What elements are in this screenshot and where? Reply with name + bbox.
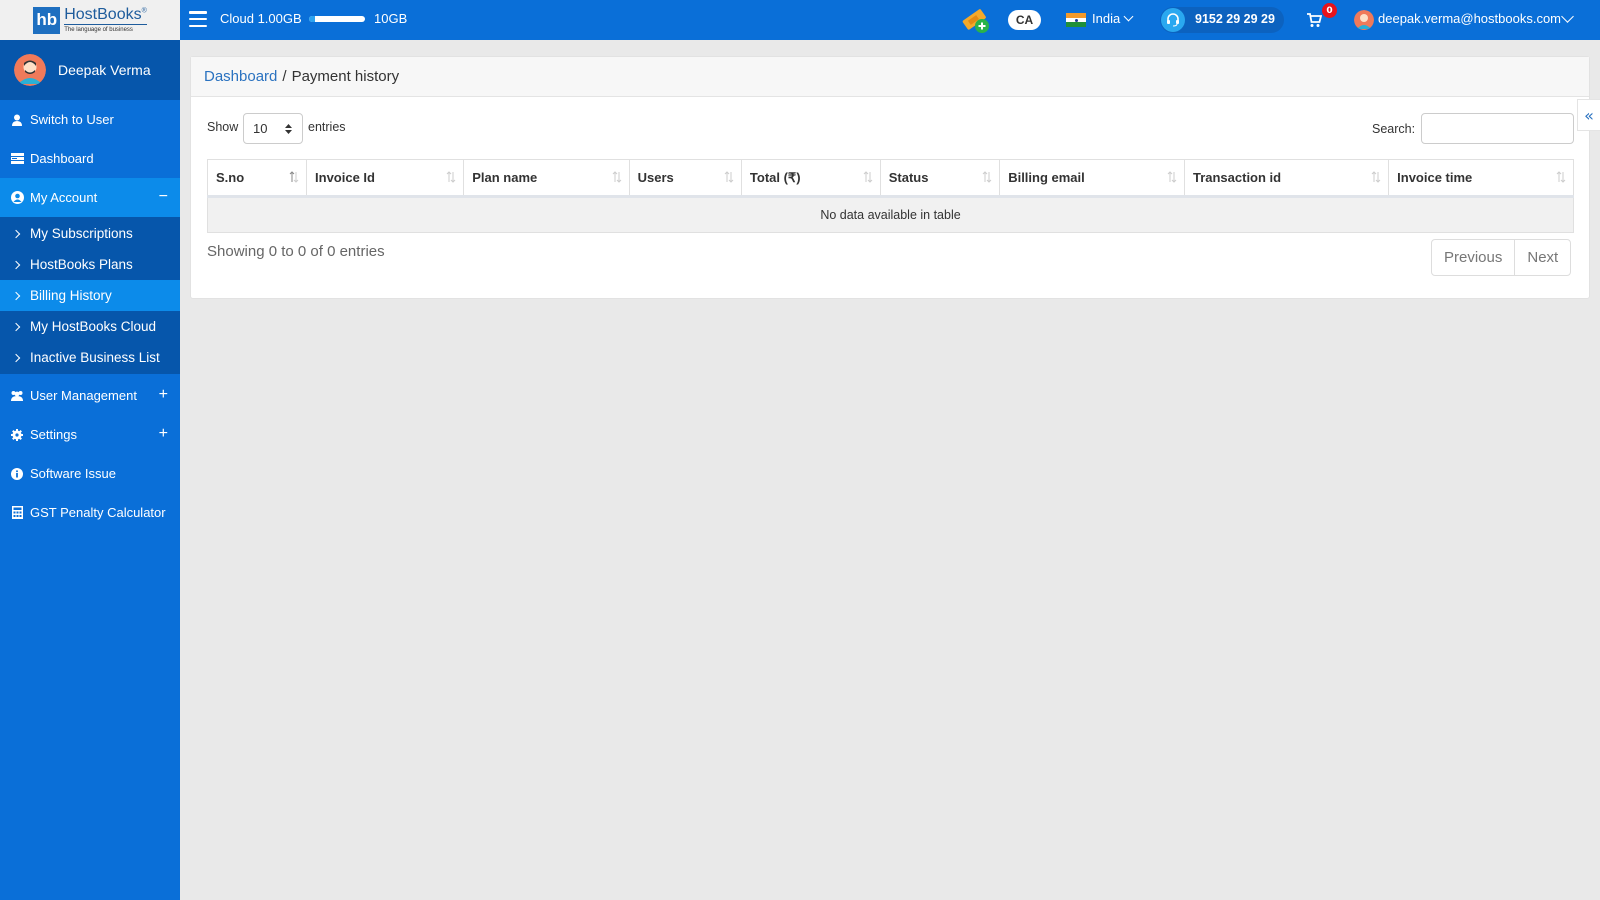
- sidebar-subitem-my-hostbooks-cloud[interactable]: My HostBooks Cloud: [0, 311, 180, 342]
- column-header[interactable]: Users: [628, 159, 742, 198]
- cloud-usage-fill: [309, 16, 315, 22]
- sidebar-item-settings[interactable]: Settings +: [0, 415, 180, 454]
- sidebar-item-software-issue[interactable]: Software Issue: [0, 454, 180, 493]
- column-header[interactable]: Status: [879, 159, 1001, 198]
- sidebar-profile[interactable]: Deepak Verma: [0, 40, 180, 100]
- cloud-usage-bar: [309, 16, 365, 22]
- gear-icon: [10, 428, 24, 442]
- sort-icon: [289, 171, 299, 183]
- sort-icon: [612, 171, 621, 183]
- sidebar-subitem-billing-history[interactable]: Billing History: [0, 280, 180, 311]
- column-header[interactable]: Invoice time: [1388, 159, 1574, 198]
- sidebar-item-user-management[interactable]: User Management +: [0, 376, 180, 415]
- sort-icon: [1371, 171, 1381, 183]
- chevron-right-icon: [11, 291, 21, 300]
- sidebar-subitem-hostbooks-plans[interactable]: HostBooks Plans: [0, 249, 180, 280]
- payment-history-table: S.no Invoice Id Plan name Users Total (₹) Sta…: [206, 159, 1574, 233]
- india-flag-icon: [1066, 13, 1086, 28]
- page-length-select[interactable]: 10: [243, 113, 303, 144]
- chevron-down-icon[interactable]: [1561, 10, 1574, 23]
- column-header[interactable]: Plan name: [463, 159, 630, 198]
- expand-plus-icon[interactable]: +: [159, 386, 168, 404]
- empty-message: No data available in table: [207, 196, 1574, 233]
- registered-mark: ®: [141, 7, 147, 15]
- payment-history-panel: Dashboard / Payment history Show 10 entr…: [190, 56, 1590, 299]
- sidebar-subitem-inactive-business-list[interactable]: Inactive Business List: [0, 342, 180, 373]
- expand-plus-icon[interactable]: +: [159, 425, 168, 443]
- chevron-right-icon: [11, 229, 21, 238]
- page-title: Payment history: [291, 68, 400, 85]
- chevron-right-icon: [11, 260, 21, 269]
- sidebar: Deepak Verma Switch to User Dashboard My…: [0, 40, 180, 900]
- column-header[interactable]: Invoice Id: [306, 159, 465, 198]
- sort-icon: [863, 171, 873, 183]
- chevron-right-icon: [11, 353, 21, 362]
- column-header[interactable]: Transaction id: [1183, 159, 1390, 198]
- cart-count-badge: 0: [1322, 3, 1337, 18]
- sidebar-item-switch-to-user[interactable]: Switch to User: [0, 100, 180, 139]
- logo-mark: hb: [33, 6, 61, 34]
- users-icon: [10, 389, 24, 403]
- column-header[interactable]: Billing email: [999, 159, 1185, 198]
- dashboard-icon: [10, 152, 24, 166]
- coupon-add-icon[interactable]: [960, 6, 990, 34]
- account-circle-icon: [10, 191, 24, 205]
- user-icon: [10, 113, 24, 127]
- my-account-submenu: My Subscriptions HostBooks Plans Billing…: [0, 217, 180, 374]
- calculator-icon: [10, 506, 24, 520]
- breadcrumb-dashboard-link[interactable]: Dashboard: [204, 68, 277, 85]
- country-selector[interactable]: India: [1092, 11, 1134, 26]
- sidebar-subitem-my-subscriptions[interactable]: My Subscriptions: [0, 218, 180, 249]
- column-header[interactable]: Total (₹): [740, 159, 881, 198]
- next-button[interactable]: Next: [1514, 240, 1570, 275]
- sort-icon: [1556, 171, 1566, 183]
- ca-icon[interactable]: CA: [1008, 10, 1041, 30]
- sidebar-item-my-account[interactable]: My Account −: [0, 178, 180, 217]
- search-label: Search:: [1372, 122, 1416, 136]
- logo[interactable]: hb HostBooks® The language of business: [0, 0, 180, 40]
- sort-icon: [446, 171, 456, 183]
- table-empty-row: No data available in table: [207, 196, 1574, 233]
- cart-icon[interactable]: [1306, 12, 1322, 28]
- previous-button[interactable]: Previous: [1432, 240, 1514, 275]
- search-input[interactable]: [1421, 113, 1574, 144]
- show-label: Show: [207, 120, 239, 134]
- chevron-right-icon: [11, 322, 21, 331]
- info-icon: [10, 467, 24, 481]
- avatar: [14, 54, 46, 86]
- pagination: Previous Next: [1431, 239, 1572, 276]
- headset-icon[interactable]: [1161, 8, 1185, 32]
- profile-name: Deepak Verma: [58, 62, 151, 78]
- cloud-max-label: 10GB: [374, 11, 408, 26]
- table-header-row: S.no Invoice Id Plan name Users Total (₹) Sta…: [206, 159, 1574, 198]
- collapse-panel-icon[interactable]: «: [1577, 99, 1600, 131]
- table-info: Showing 0 to 0 of 0 entries: [207, 243, 385, 260]
- sidebar-item-dashboard[interactable]: Dashboard: [0, 139, 180, 178]
- select-arrows-icon: [285, 124, 292, 134]
- logo-tagline: The language of business: [64, 27, 133, 33]
- sort-icon: [982, 171, 992, 183]
- sidebar-item-gst-penalty-calculator[interactable]: GST Penalty Calculator: [0, 493, 180, 532]
- sort-icon: [1167, 171, 1177, 183]
- user-email-menu[interactable]: deepak.verma@hostbooks.com: [1378, 11, 1561, 26]
- top-bar: hb HostBooks® The language of business C…: [0, 0, 1600, 40]
- collapse-minus-icon[interactable]: −: [159, 188, 168, 206]
- column-header[interactable]: S.no: [206, 159, 308, 198]
- breadcrumb-separator: /: [282, 68, 287, 85]
- chevron-down-icon: [1123, 11, 1134, 22]
- sort-icon: [724, 171, 734, 183]
- breadcrumb: Dashboard / Payment history: [191, 57, 1589, 97]
- user-avatar[interactable]: [1354, 10, 1374, 30]
- support-phone[interactable]: 9152 29 29 29: [1195, 12, 1275, 26]
- logo-name: HostBooks: [64, 6, 142, 23]
- entries-label: entries: [308, 120, 346, 134]
- cloud-usage-label: Cloud 1.00GB: [220, 11, 302, 26]
- menu-toggle-icon[interactable]: [189, 11, 207, 27]
